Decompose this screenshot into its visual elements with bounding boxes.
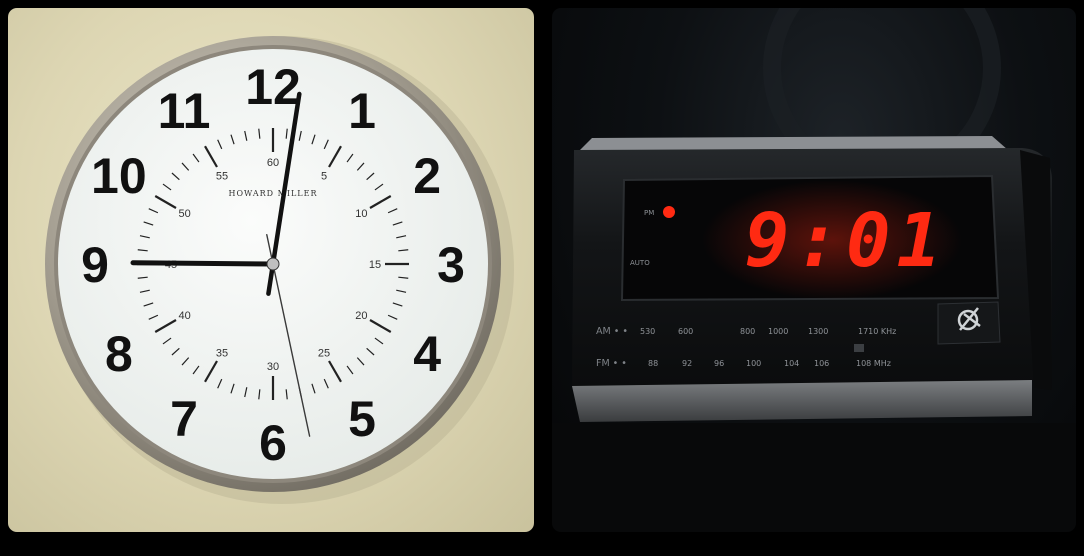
hour-numeral: 5 [348, 391, 376, 447]
wall-clock: 60510152025303540455055 121234567891011 … [45, 36, 514, 504]
center-cap [266, 257, 280, 271]
am-stop: 530 [640, 327, 655, 336]
hour-numeral: 9 [81, 237, 109, 293]
tuning-pointer [854, 344, 864, 352]
logo-plate [937, 301, 1001, 345]
minute-numeral: 55 [216, 171, 228, 183]
minute-numeral: 20 [355, 310, 367, 322]
fm-stop: 96 [714, 359, 724, 368]
fm-stop: 104 [784, 359, 799, 368]
clock-base [572, 380, 1032, 422]
fm-stop: 106 [814, 359, 829, 368]
brand-logo: HOWARD MILLER [229, 189, 318, 198]
alarm-clock: PM AUTO 9:01 AM • • 530 600 800 1000 130… [552, 8, 1076, 532]
hour-numeral: 11 [158, 83, 211, 139]
auto-label: AUTO [630, 259, 650, 267]
hour-numeral: 4 [413, 326, 441, 382]
hour-numeral: 6 [259, 415, 287, 471]
am-stop: 1000 [768, 327, 788, 336]
minute-numeral: 25 [318, 347, 330, 359]
time-display: 9:01 [745, 198, 947, 284]
minute-numeral: 15 [369, 259, 381, 271]
fm-stop: 92 [682, 359, 692, 368]
am-stop: 1300 [808, 327, 828, 336]
fm-stop: 108 MHz [856, 359, 891, 368]
hour-numeral: 7 [170, 391, 198, 447]
hour-hand [130, 260, 276, 267]
table-surface [552, 423, 1076, 532]
alarm-clock-photo: PM AUTO 9:01 AM • • 530 600 800 1000 130… [552, 8, 1076, 532]
minute-numeral: 50 [179, 208, 191, 220]
minute-numeral: 60 [267, 157, 279, 169]
am-stop: 1710 KHz [858, 327, 896, 336]
minute-numeral: 5 [321, 171, 327, 183]
hour-numeral: 10 [91, 148, 147, 204]
hour-numeral: 1 [348, 83, 376, 139]
fm-stop: 100 [746, 359, 761, 368]
hour-numeral: 8 [105, 326, 133, 382]
fm-band-label: FM • • [596, 358, 627, 369]
am-stop: 800 [740, 327, 755, 336]
hour-numeral: 3 [437, 237, 465, 293]
minute-numeral: 30 [267, 361, 279, 373]
wall-clock-photo: 60510152025303540455055 121234567891011 … [8, 8, 534, 532]
minute-numeral: 35 [216, 347, 228, 359]
am-stop: 600 [678, 327, 693, 336]
pm-indicator [663, 206, 675, 218]
am-band-label: AM • • [596, 326, 628, 337]
fm-stop: 88 [648, 359, 658, 368]
hour-numeral: 12 [245, 59, 301, 115]
minute-numeral: 10 [355, 208, 367, 220]
minute-numeral: 40 [179, 310, 191, 322]
pm-label: PM [644, 209, 654, 217]
hour-numeral: 2 [413, 148, 441, 204]
